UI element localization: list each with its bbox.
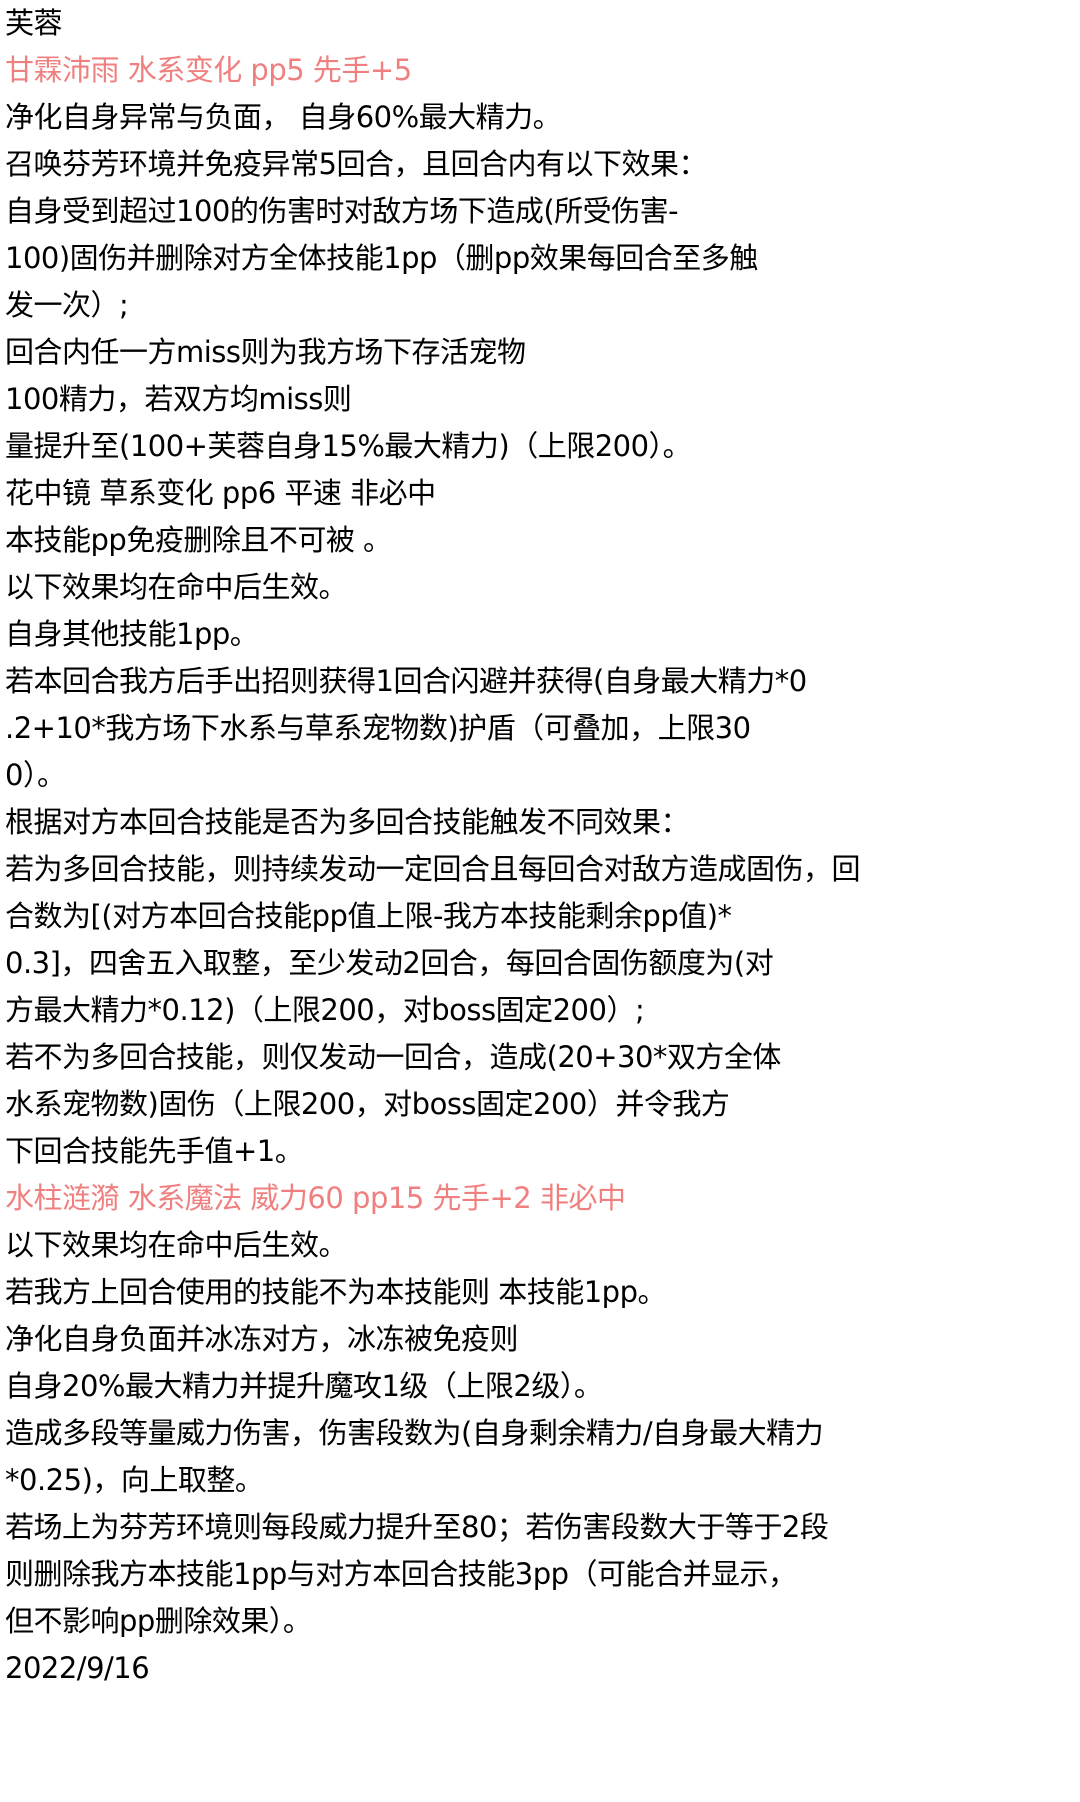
text-line: 回合内任一方miss则为我方场下存活宠物	[5, 335, 526, 369]
text-line: 发一次）;	[5, 288, 129, 322]
text-line: 自身20%最大精力并提升魔攻1级（上限2级）。	[5, 1369, 603, 1403]
text-line: 0）。	[5, 758, 66, 792]
text-line: 100精力，若双方均miss则	[5, 382, 352, 416]
text-line: 若本回合我方后手出招则获得1回合闪避并获得(自身最大精力*0	[5, 664, 807, 698]
text-line: 100)固伤并删除对方全体技能1pp（删pp效果每回合至多触	[5, 241, 758, 275]
text-line: 水系宠物数)固伤（上限200，对boss固定200）并令我方	[5, 1087, 730, 1121]
skill-title-ganlin-peiyu: 甘霖沛雨 水系变化 pp5 先手+5	[5, 53, 412, 87]
text-line: 0.3]，四舍五入取整，至少发动2回合，每回合固伤额度为(对	[5, 946, 774, 980]
text-line: 下回合技能先手值+1。	[5, 1134, 304, 1168]
text-line: *0.25)，向上取整。	[5, 1463, 264, 1497]
text-line: 造成多段等量威力伤害，伤害段数为(自身剩余精力/自身最大精力	[5, 1416, 824, 1450]
text-line: 根据对方本回合技能是否为多回合技能触发不同效果：	[5, 805, 690, 839]
text-line: 召唤芬芳环境并免疫异常5回合，且回合内有以下效果：	[5, 147, 707, 181]
pet-name: 芙蓉	[5, 6, 63, 40]
text-line: 若不为多回合技能，则仅发动一回合，造成(20+30*双方全体	[5, 1040, 781, 1074]
text-line: 自身其他技能1pp。	[5, 617, 259, 651]
text-line: 若场上为芬芳环境则每段威力提升至80；若伤害段数大于等于2段	[5, 1510, 829, 1544]
text-line: 自身受到超过100的伤害时对敌方场下造成(所受伤害-	[5, 194, 679, 228]
date-stamp: 2022/9/16	[5, 1651, 150, 1685]
text-line: 但不影响pp删除效果）。	[5, 1604, 312, 1638]
text-line: 若我方上回合使用的技能不为本技能则 本技能1pp。	[5, 1275, 667, 1309]
text-line: .2+10*我方场下水系与草系宠物数)护盾（可叠加，上限30	[5, 711, 751, 745]
text-line: 若为多回合技能，则持续发动一定回合且每回合对敌方造成固伤，回	[5, 852, 861, 886]
text-line: 以下效果均在命中后生效。	[5, 570, 348, 604]
text-line: 合数为[(对方本回合技能pp值上限-我方本技能剩余pp值)*	[5, 899, 732, 933]
text-line: 以下效果均在命中后生效。	[5, 1228, 348, 1262]
text-line: 方最大精力*0.12)（上限200，对boss固定200）;	[5, 993, 645, 1027]
text-line: 净化自身负面并冰冻对方，冰冻被免疫则	[5, 1322, 519, 1356]
skill-title-huazhongjing: 花中镜 草系变化 pp6 平速 非必中	[5, 476, 436, 510]
text-line: 量提升至(100+芙蓉自身15%最大精力)（上限200）。	[5, 429, 692, 463]
text-line: 则删除我方本技能1pp与对方本回合技能3pp（可能合并显示，	[5, 1557, 797, 1591]
skill-title-shuizhu-lianyi: 水柱涟漪 水系魔法 威力60 pp15 先手+2 非必中	[5, 1181, 626, 1215]
document-body: 芙蓉 甘霖沛雨 水系变化 pp5 先手+5 净化自身异常与负面， 自身60%最大…	[5, 0, 1075, 1692]
text-line: 本技能pp免疫删除且不可被 。	[5, 523, 392, 557]
text-line: 净化自身异常与负面， 自身60%最大精力。	[5, 100, 562, 134]
